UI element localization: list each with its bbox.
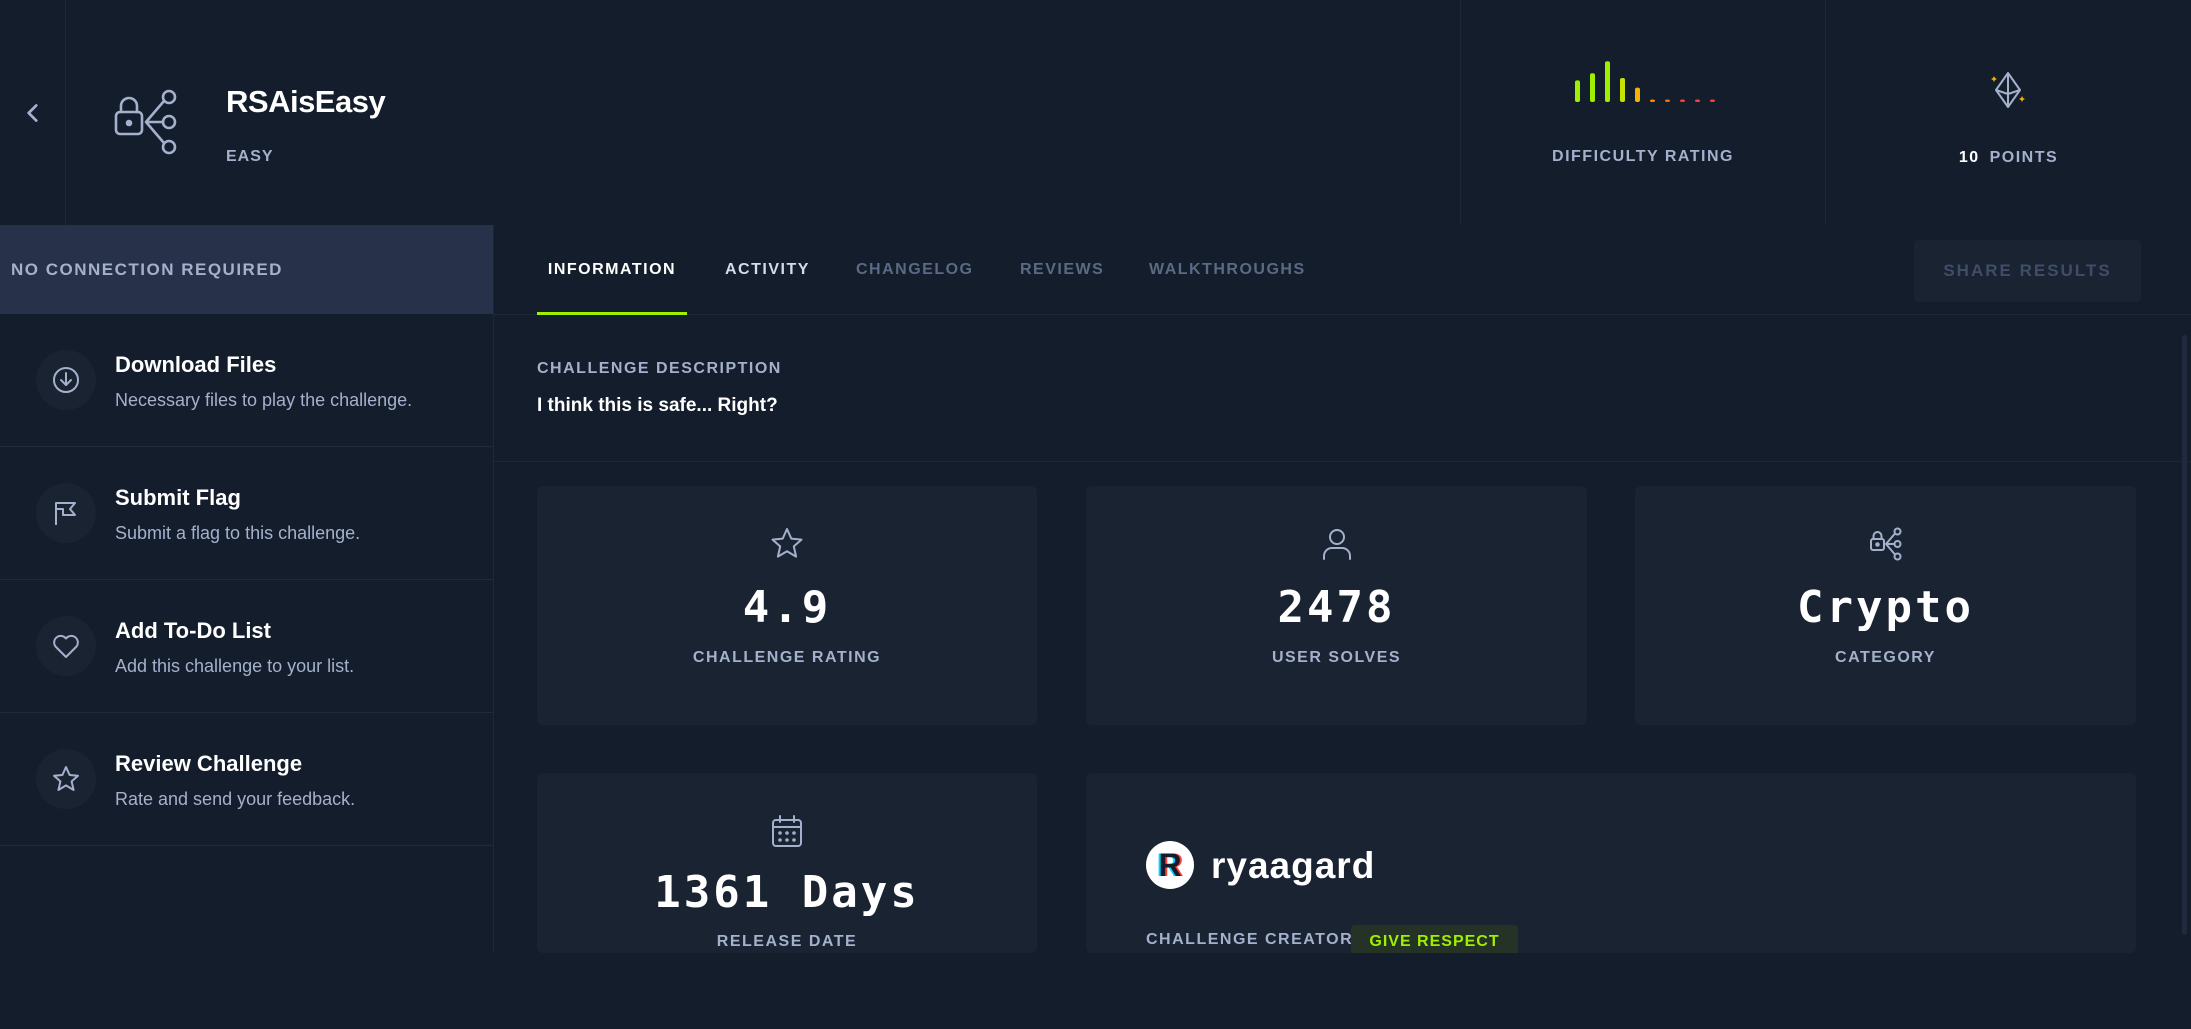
solves-value: 2478 <box>1277 582 1396 633</box>
difficulty-bar <box>1680 99 1685 102</box>
tab-changelog[interactable]: CHANGELOG <box>856 225 974 315</box>
difficulty-bar <box>1590 73 1595 102</box>
difficulty-bar <box>1665 99 1670 102</box>
rating-value: 4.9 <box>742 582 832 633</box>
challenge-description: CHALLENGE DESCRIPTION I think this is sa… <box>494 315 2191 462</box>
release-value: 1361 Days <box>654 867 920 918</box>
submit-flag-subtitle: Submit a flag to this challenge. <box>115 523 361 543</box>
calendar-icon <box>772 815 802 847</box>
difficulty-bar <box>1635 87 1640 102</box>
points-text: POINTS <box>1989 149 2059 166</box>
description-heading: CHALLENGE DESCRIPTION <box>537 360 782 377</box>
connection-status: NO CONNECTION REQUIRED <box>0 225 493 314</box>
review-challenge-subtitle: Rate and send your feedback. <box>115 789 356 809</box>
user-icon <box>1322 529 1351 560</box>
download-files-title: Download Files <box>115 352 277 377</box>
download-files-button[interactable]: Download Files Necessary files to play t… <box>0 314 493 447</box>
tab-information[interactable]: INFORMATION <box>537 225 687 315</box>
difficulty-rating: DIFFICULTY RATING <box>1460 0 1826 225</box>
download-icon-wrap <box>36 350 96 410</box>
difficulty-label: DIFFICULTY RATING <box>1552 148 1734 165</box>
solves-label: USER SOLVES <box>1271 649 1402 666</box>
difficulty-bar <box>1695 99 1700 102</box>
category-card: Crypto CATEGORY <box>1635 486 2136 725</box>
difficulty-bar <box>1650 99 1655 102</box>
heart-icon-wrap <box>36 616 96 676</box>
tab-walkthroughs[interactable]: WALKTHROUGHS <box>1149 225 1306 315</box>
sidebar: NO CONNECTION REQUIRED Download Files Ne… <box>0 225 494 953</box>
difficulty-bar <box>1575 80 1580 102</box>
difficulty-bar <box>1605 61 1610 102</box>
submit-flag-button[interactable]: Submit Flag Submit a flag to this challe… <box>0 447 493 580</box>
points-label: 10 POINTS <box>1826 149 2191 167</box>
difficulty-bar <box>1620 78 1625 102</box>
crypto-category-icon <box>114 89 177 155</box>
user-solves-card: 2478 USER SOLVES <box>1086 486 1587 725</box>
download-files-subtitle: Necessary files to play the challenge. <box>115 390 413 410</box>
crypto-category-icon <box>1869 527 1901 561</box>
avatar[interactable]: R <box>1146 841 1194 889</box>
release-label: RELEASE DATE <box>716 933 858 950</box>
page-footer-area <box>0 953 2191 1029</box>
chevron-left-icon <box>26 103 38 122</box>
share-results-button[interactable]: SHARE RESULTS <box>1914 240 2141 302</box>
star-icon <box>771 528 803 558</box>
category-label: CATEGORY <box>1835 649 1936 666</box>
tab-activity[interactable]: ACTIVITY <box>725 225 810 315</box>
diamond-icon <box>1991 72 2025 108</box>
scrollbar-thumb[interactable] <box>2182 335 2187 935</box>
challenge-rating-card: 4.9 CHALLENGE RATING <box>537 486 1037 725</box>
creator-label: CHALLENGE CREATOR <box>1146 931 1354 948</box>
add-todo-subtitle: Add this challenge to your list. <box>115 656 355 676</box>
submit-flag-title: Submit Flag <box>115 485 241 510</box>
flag-icon <box>55 502 76 525</box>
scrollbar[interactable] <box>2177 315 2191 953</box>
description-text: I think this is safe... Right? <box>537 395 778 416</box>
download-icon <box>53 367 79 393</box>
challenge-difficulty: EASY <box>226 148 274 165</box>
points: 10 POINTS <box>1826 0 2191 225</box>
tab-reviews[interactable]: REVIEWS <box>1020 225 1104 315</box>
star-icon-wrap <box>36 749 96 809</box>
challenge-header: RSAisEasy EASY DIFFICULTY RATING 10 POINT… <box>0 0 2191 225</box>
category-value: Crypto <box>1797 582 1974 633</box>
challenge-name: RSAisEasy <box>226 84 386 119</box>
flag-icon-wrap <box>36 483 96 543</box>
avatar-letter: R <box>1158 846 1182 883</box>
points-value: 10 <box>1958 149 1980 166</box>
creator-name[interactable]: ryaagard <box>1211 845 1375 887</box>
star-icon <box>53 766 79 791</box>
rating-label: CHALLENGE RATING <box>692 649 882 666</box>
creator-card: R ryaagard CHALLENGE CREATOR GIVE RESPEC… <box>1086 773 2136 965</box>
difficulty-bar <box>1710 99 1715 102</box>
back-button[interactable] <box>0 0 66 225</box>
review-challenge-button[interactable]: Review Challenge Rate and send your feed… <box>0 713 493 846</box>
heart-icon <box>53 634 79 658</box>
review-challenge-title: Review Challenge <box>115 751 303 776</box>
add-todo-button[interactable]: Add To-Do List Add this challenge to you… <box>0 580 493 713</box>
difficulty-chart <box>1575 61 1715 102</box>
add-todo-title: Add To-Do List <box>115 618 271 643</box>
release-date-card: 1361 Days RELEASE DATE <box>537 773 1037 953</box>
